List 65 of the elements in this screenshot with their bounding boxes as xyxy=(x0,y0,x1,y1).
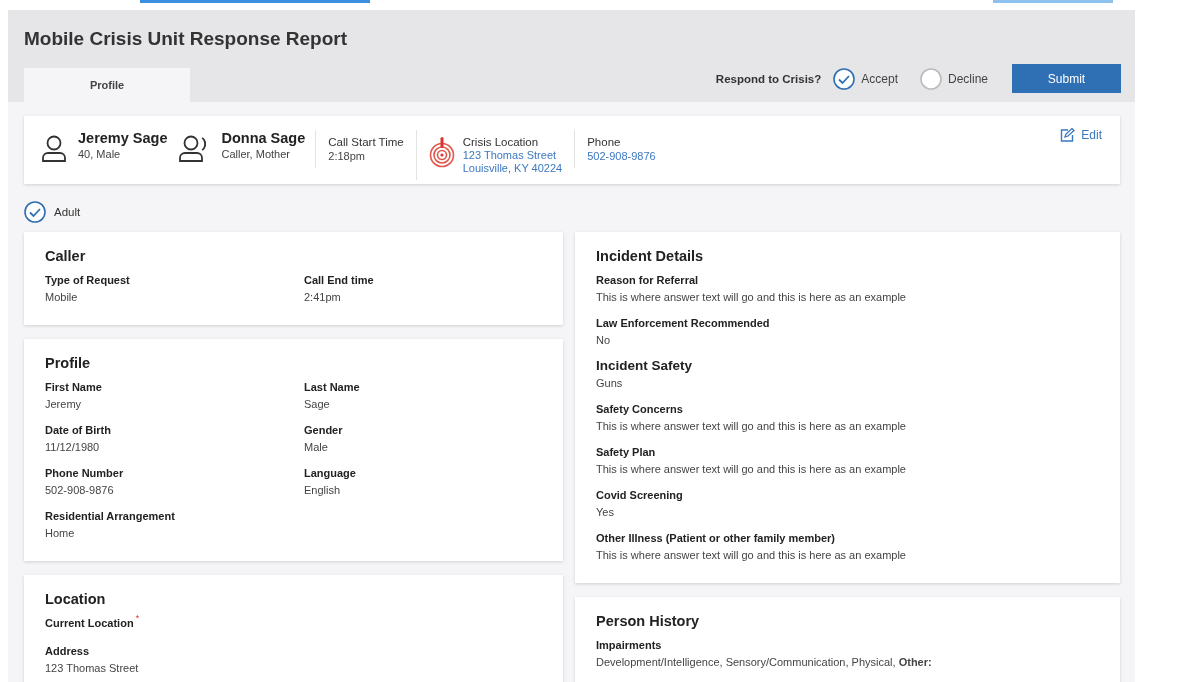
address-link[interactable]: Louisville, KY 40224 xyxy=(462,162,563,174)
field-label: Impairments xyxy=(596,639,662,651)
field-value: 123 Thomas Street xyxy=(45,662,140,674)
field-label: Address xyxy=(45,645,90,657)
field-label: Covid Screening xyxy=(596,489,683,501)
person-name: Donna Sage xyxy=(221,130,306,146)
field-label: Other Illness (Patient or other family member) xyxy=(596,532,835,544)
target-alert-icon xyxy=(428,136,455,168)
card-title: Caller xyxy=(45,248,87,264)
field-label: Language xyxy=(304,467,356,479)
field-value: 2:41pm xyxy=(304,291,342,303)
field-value: Jeremy xyxy=(45,398,83,410)
field-label: Current Location xyxy=(45,617,134,629)
section-subheading: Incident Safety xyxy=(596,358,693,373)
field-label: Phone xyxy=(587,136,622,148)
field-label: Type of Request xyxy=(45,274,130,286)
field-value: 2:18pm xyxy=(328,150,366,162)
phone-link[interactable]: 502-908-9876 xyxy=(587,150,656,162)
field-label: Phone Number xyxy=(45,467,124,479)
field-label: Crisis Location xyxy=(462,136,540,148)
field-value: 11/12/1980 xyxy=(45,441,101,453)
card-title: Person History xyxy=(596,613,701,629)
adult-label: Adult xyxy=(54,206,81,218)
field-value: This is where answer text will go and this is here as an example xyxy=(596,420,907,432)
field-value: Guns xyxy=(596,377,624,389)
person-detail: Caller, Mother xyxy=(221,148,291,160)
field-value: 502-908-9876 xyxy=(45,484,115,496)
field-value: No xyxy=(596,334,612,346)
field-label: Reason for Referral xyxy=(596,274,699,286)
edit-button[interactable]: Edit xyxy=(1060,128,1102,142)
field-value: Sage xyxy=(304,398,331,410)
field-value: This is where answer text will go and this is here as an example xyxy=(596,549,907,561)
field-value: Mobile xyxy=(45,291,79,303)
field-label: Safety Concerns xyxy=(596,403,683,415)
field-label: Safety Plan xyxy=(596,446,656,458)
field-value: Home xyxy=(45,527,76,539)
field-label: Call End time xyxy=(304,274,374,286)
card-title: Location xyxy=(45,591,107,607)
field-value: This is where answer text will go and this is here as an example xyxy=(596,463,907,475)
field-label: Call Start Time xyxy=(328,136,404,148)
edit-icon xyxy=(1060,128,1076,142)
field-label: Residential Arrangement xyxy=(45,510,175,522)
field-label: Gender xyxy=(304,424,343,436)
field-label: Law Enforcement Recommended xyxy=(596,317,770,329)
field-value: English xyxy=(304,484,342,496)
card-title: Incident Details xyxy=(596,248,705,264)
field-label: First Name xyxy=(45,381,102,393)
field-value: Male xyxy=(304,441,329,453)
radio-option[interactable]: Decline xyxy=(919,67,988,90)
field-label: Date of Birth xyxy=(45,424,111,436)
tab[interactable]: Profile xyxy=(24,68,190,102)
check-circle-icon[interactable] xyxy=(24,201,46,223)
field-value: Yes xyxy=(596,506,615,518)
field-value: This is where answer text will go and this is here as an example xyxy=(596,291,907,303)
person-name: Jeremy Sage xyxy=(78,130,168,146)
person-detail: 40, Male xyxy=(78,148,122,160)
card-title: Profile xyxy=(45,355,92,371)
submit-button[interactable]: Submit xyxy=(1012,64,1121,93)
question-label: Respond to Crisis? xyxy=(715,72,822,85)
radio-option[interactable]: Accept xyxy=(833,67,898,90)
field-label: Last Name xyxy=(304,381,360,393)
required-mark: * xyxy=(135,613,140,623)
page-title: Mobile Crisis Unit Response Report xyxy=(24,28,349,50)
address-link[interactable]: 123 Thomas Street xyxy=(462,149,563,161)
field-value: Development/Intelligence, Sensory/Communication, Physical, Other: xyxy=(596,656,933,668)
